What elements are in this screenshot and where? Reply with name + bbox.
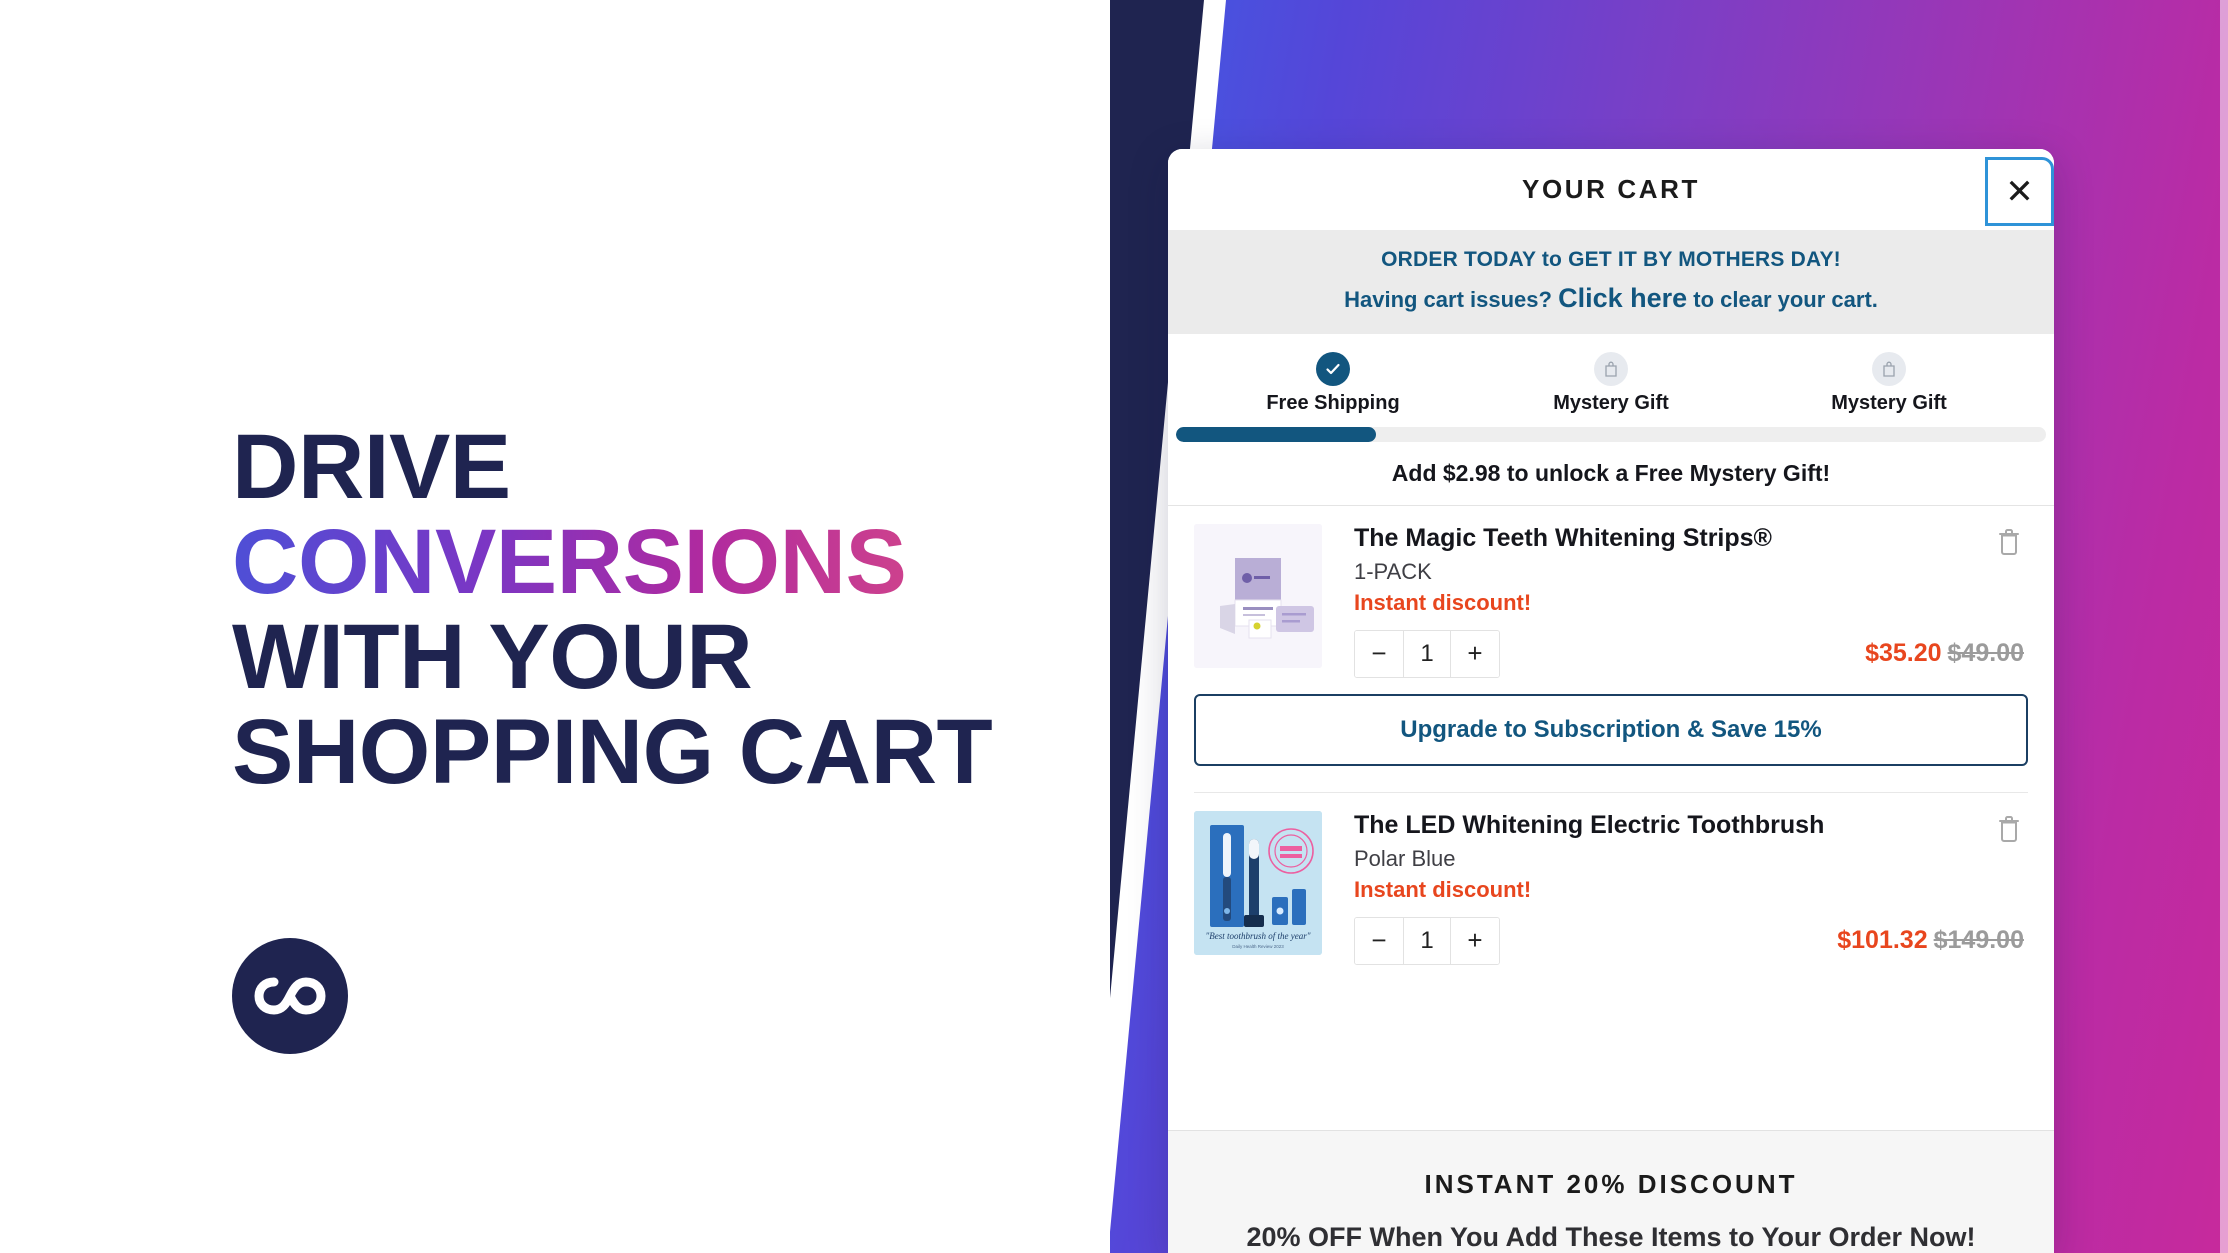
announcement-bar: ORDER TODAY to GET IT BY MOTHERS DAY! Ha… [1168,230,2054,334]
clear-cart-suffix: to clear your cart. [1687,287,1878,312]
unlock-message: Add $2.98 to unlock a Free Mystery Gift! [1168,442,2054,506]
remove-item-button[interactable] [1994,526,2028,560]
infinity-logo [232,938,348,1054]
discounted-price: $101.32 [1837,926,1928,954]
product-thumbnail[interactable] [1194,524,1322,668]
trash-icon [1999,815,2019,842]
reward-tier-label: Mystery Gift [1553,392,1669,414]
increase-quantity-button[interactable]: + [1451,630,1499,677]
rewards-progress-fill [1176,427,1377,442]
led-whitening-electric-toothbrush-box-icon: "Best toothbrush of the year" Daily Heal… [1194,810,1322,955]
headline-line-3: WITH YOUR [232,606,753,708]
reward-tier-label: Mystery Gift [1831,392,1947,414]
decrease-quantity-button[interactable]: − [1355,630,1403,677]
shopping-cart-drawer: YOUR CART ✕ ORDER TODAY to GET IT BY MOT… [1168,149,2054,1253]
headline-line-4: SHOPPING CART [232,701,993,803]
cart-header: YOUR CART ✕ [1168,149,2054,230]
cart-issues-text: Having cart issues? [1344,287,1559,312]
cart-item-details: The Magic Teeth Whitening Strips® 1-PACK… [1322,524,2028,678]
gift-bag-glyph [1605,361,1617,377]
gift-bag-glyph [1883,361,1895,377]
product-variant: 1-PACK [1354,558,1432,584]
headline-line-1: DRIVE [232,416,511,518]
reward-tier-label: Free Shipping [1266,392,1400,414]
right-edge-highlight [2220,0,2228,1253]
original-price: $49.00 [1947,639,2024,668]
cart-items-list[interactable]: The Magic Teeth Whitening Strips® 1-PACK… [1168,506,2054,1130]
upsell-section: INSTANT 20% DISCOUNT 20% OFF When You Ad… [1168,1130,2054,1253]
cart-item-controls: − 1 + $35.20 $49.00 [1354,629,2028,678]
cart-title: YOUR CART [1522,174,1700,204]
price-group: $35.20 $49.00 [1865,639,2024,668]
rewards-tier-row: Free Shipping Mystery Gift Mystery Gift [1168,352,2054,427]
svg-text:"Best toothbrush of the year": "Best toothbrush of the year" [1205,931,1310,941]
svg-text:Daily Health Review 2023: Daily Health Review 2023 [1232,944,1284,949]
product-promo-label: Instant discount! [1354,589,1532,615]
infinity-icon [254,977,326,1015]
reward-tier-mystery-gift-1: Mystery Gift [1511,352,1711,415]
check-icon [1316,352,1350,386]
remove-item-button[interactable] [1994,813,2028,847]
decrease-quantity-button[interactable]: − [1355,917,1403,964]
cart-item-details: The LED Whitening Electric Toothbrush Po… [1322,811,2028,965]
gift-bag-icon [1872,352,1906,386]
cart-line-item: "Best toothbrush of the year" Daily Heal… [1194,793,2028,975]
product-thumbnail[interactable]: "Best toothbrush of the year" Daily Heal… [1194,810,1322,955]
announcement-line-2: Having cart issues? Click here to clear … [1198,283,2024,314]
trash-icon [1999,529,2019,555]
rewards-progress-section: Free Shipping Mystery Gift Mystery Gift … [1168,334,2054,506]
page-title: DRIVE CONVERSIONS WITH YOUR SHOPPING CAR… [232,416,993,803]
quantity-value[interactable]: 1 [1403,630,1451,677]
hero-left-panel: DRIVE CONVERSIONS WITH YOUR SHOPPING CAR… [0,0,1110,1253]
close-cart-button[interactable]: ✕ [1985,157,2054,226]
price-group: $101.32 $149.00 [1837,926,2024,955]
reward-tier-mystery-gift-2: Mystery Gift [1789,352,1989,415]
gift-bag-icon [1594,352,1628,386]
original-price: $149.00 [1933,926,2024,954]
increase-quantity-button[interactable]: + [1451,917,1499,964]
product-title[interactable]: The Magic Teeth Whitening Strips® [1354,524,2028,553]
upgrade-to-subscription-button[interactable]: Upgrade to Subscription & Save 15% [1194,693,2028,766]
quantity-stepper[interactable]: − 1 + [1354,629,1500,678]
cart-line-item: The Magic Teeth Whitening Strips® 1-PACK… [1194,506,2028,688]
reward-tier-free-shipping: Free Shipping [1233,352,1433,415]
check-glyph [1326,363,1340,375]
announcement-line-1: ORDER TODAY to GET IT BY MOTHERS DAY! [1381,248,1841,271]
upsell-heading: INSTANT 20% DISCOUNT [1424,1169,1798,1199]
clear-cart-link[interactable]: Click here [1558,283,1687,313]
product-promo-label: Instant discount! [1354,876,1532,902]
product-variant: Polar Blue [1354,845,1456,871]
upsell-subheading: 20% OFF When You Add These Items to Your… [1246,1222,1976,1252]
cart-item-controls: − 1 + $101.32 $149.00 [1354,916,2028,965]
headline-line-2: CONVERSIONS [232,515,992,610]
product-title[interactable]: The LED Whitening Electric Toothbrush [1354,811,2028,840]
quantity-value[interactable]: 1 [1403,917,1451,964]
quantity-stepper[interactable]: − 1 + [1354,916,1500,965]
discounted-price: $35.20 [1865,639,1942,668]
rewards-progress-bar [1176,427,2046,442]
close-icon: ✕ [2005,172,2034,211]
magic-teeth-whitening-strips-box-icon [1194,524,1322,668]
